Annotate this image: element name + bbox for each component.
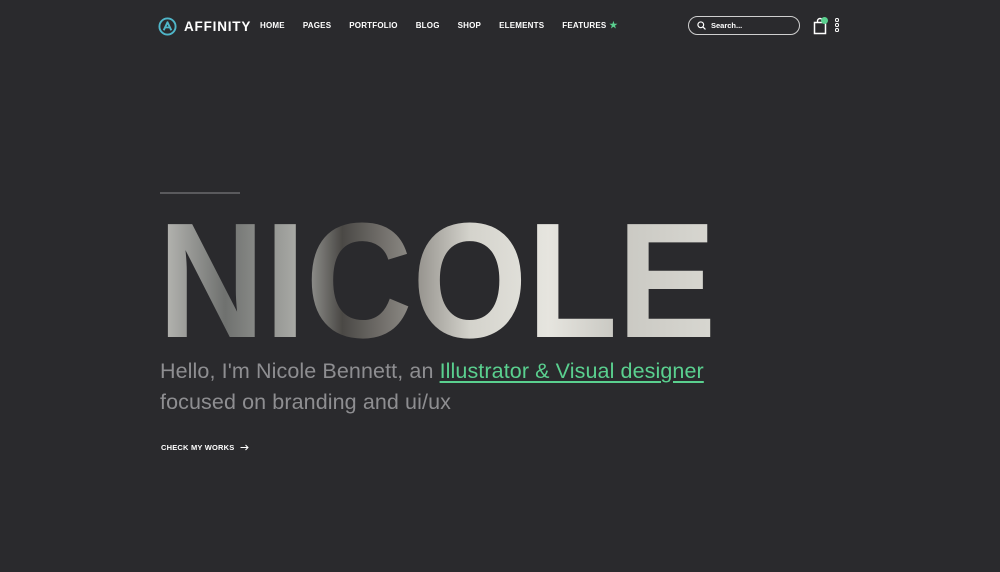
search-icon [697, 21, 706, 30]
cart-badge [821, 17, 828, 24]
search-input[interactable] [711, 21, 791, 30]
nav-label: PORTFOLIO [349, 21, 398, 30]
dot [835, 23, 839, 27]
intro-highlight-link[interactable]: Illustrator & Visual designer [440, 359, 704, 383]
nav-item-home[interactable]: HOME [260, 20, 285, 31]
nav-item-features[interactable]: FEATURES ★ [562, 20, 617, 31]
vertical-dots-icon[interactable] [835, 18, 841, 36]
nav-label: SHOP [457, 21, 482, 30]
hero-name-title: NICOLE [158, 214, 716, 344]
affinity-logo-icon [158, 16, 177, 36]
nav-item-pages[interactable]: PAGES [303, 20, 331, 31]
nav-item-elements[interactable]: ELEMENTS [499, 20, 544, 31]
star-icon: ★ [609, 20, 618, 30]
cta-label: CHECK MY WORKS [161, 443, 235, 452]
search-box[interactable] [688, 16, 800, 35]
dot [835, 18, 839, 22]
hero-intro: Hello, I'm Nicole Bennett, an Illustrato… [160, 356, 860, 418]
nav-label: ELEMENTS [499, 21, 545, 30]
nav-item-blog[interactable]: BLOG [416, 20, 440, 31]
nav-label: HOME [260, 21, 285, 30]
site-header: AFFINITY HOME PAGES PORTFOLIO BLOG SHOP … [0, 0, 1000, 52]
intro-line2: focused on branding and ui/ux [160, 390, 451, 414]
nav-label: FEATURES [562, 21, 607, 30]
intro-prefix: Hello, I'm Nicole Bennett, an [160, 359, 440, 383]
check-my-works-button[interactable]: CHECK MY WORKS [161, 443, 249, 452]
nav-label: PAGES [302, 21, 332, 30]
main-nav: HOME PAGES PORTFOLIO BLOG SHOP ELEMENTS … [260, 20, 636, 31]
brand-name: AFFINITY [184, 18, 252, 34]
dot [835, 28, 839, 32]
nav-label: BLOG [415, 21, 440, 30]
brand-logo[interactable]: AFFINITY [158, 16, 251, 36]
nav-item-portfolio[interactable]: PORTFOLIO [349, 20, 397, 31]
hero-divider [160, 192, 240, 194]
nav-item-shop[interactable]: SHOP [458, 20, 481, 31]
hero-name: NICOLE [158, 214, 716, 344]
arrow-right-icon [240, 444, 249, 451]
